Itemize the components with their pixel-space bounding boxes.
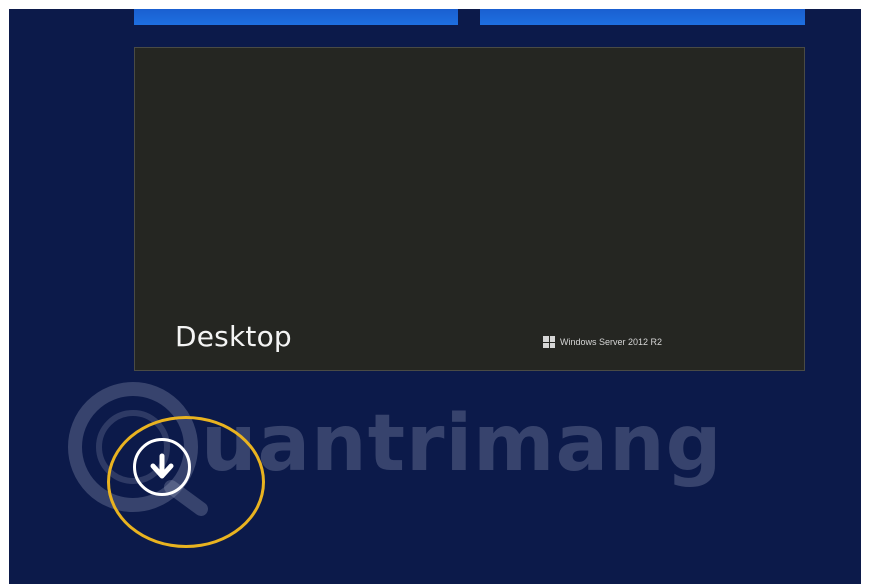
arrow-down-icon [150, 453, 174, 479]
os-brand-text: Windows Server 2012 R2 [560, 337, 663, 347]
watermark-text: uantrimang [201, 399, 723, 489]
apps-view-button[interactable] [133, 438, 191, 496]
os-brand: Windows Server 2012 R2 [543, 336, 662, 348]
desktop-tile[interactable]: Desktop Windows Server 2012 R2 [134, 47, 805, 371]
tile-partial-left[interactable] [134, 9, 458, 25]
start-screen: Desktop Windows Server 2012 R2 uantriman… [9, 9, 861, 584]
windows-logo-icon [543, 336, 555, 348]
tile-partial-right[interactable] [480, 9, 805, 25]
desktop-tile-label: Desktop [175, 320, 292, 353]
